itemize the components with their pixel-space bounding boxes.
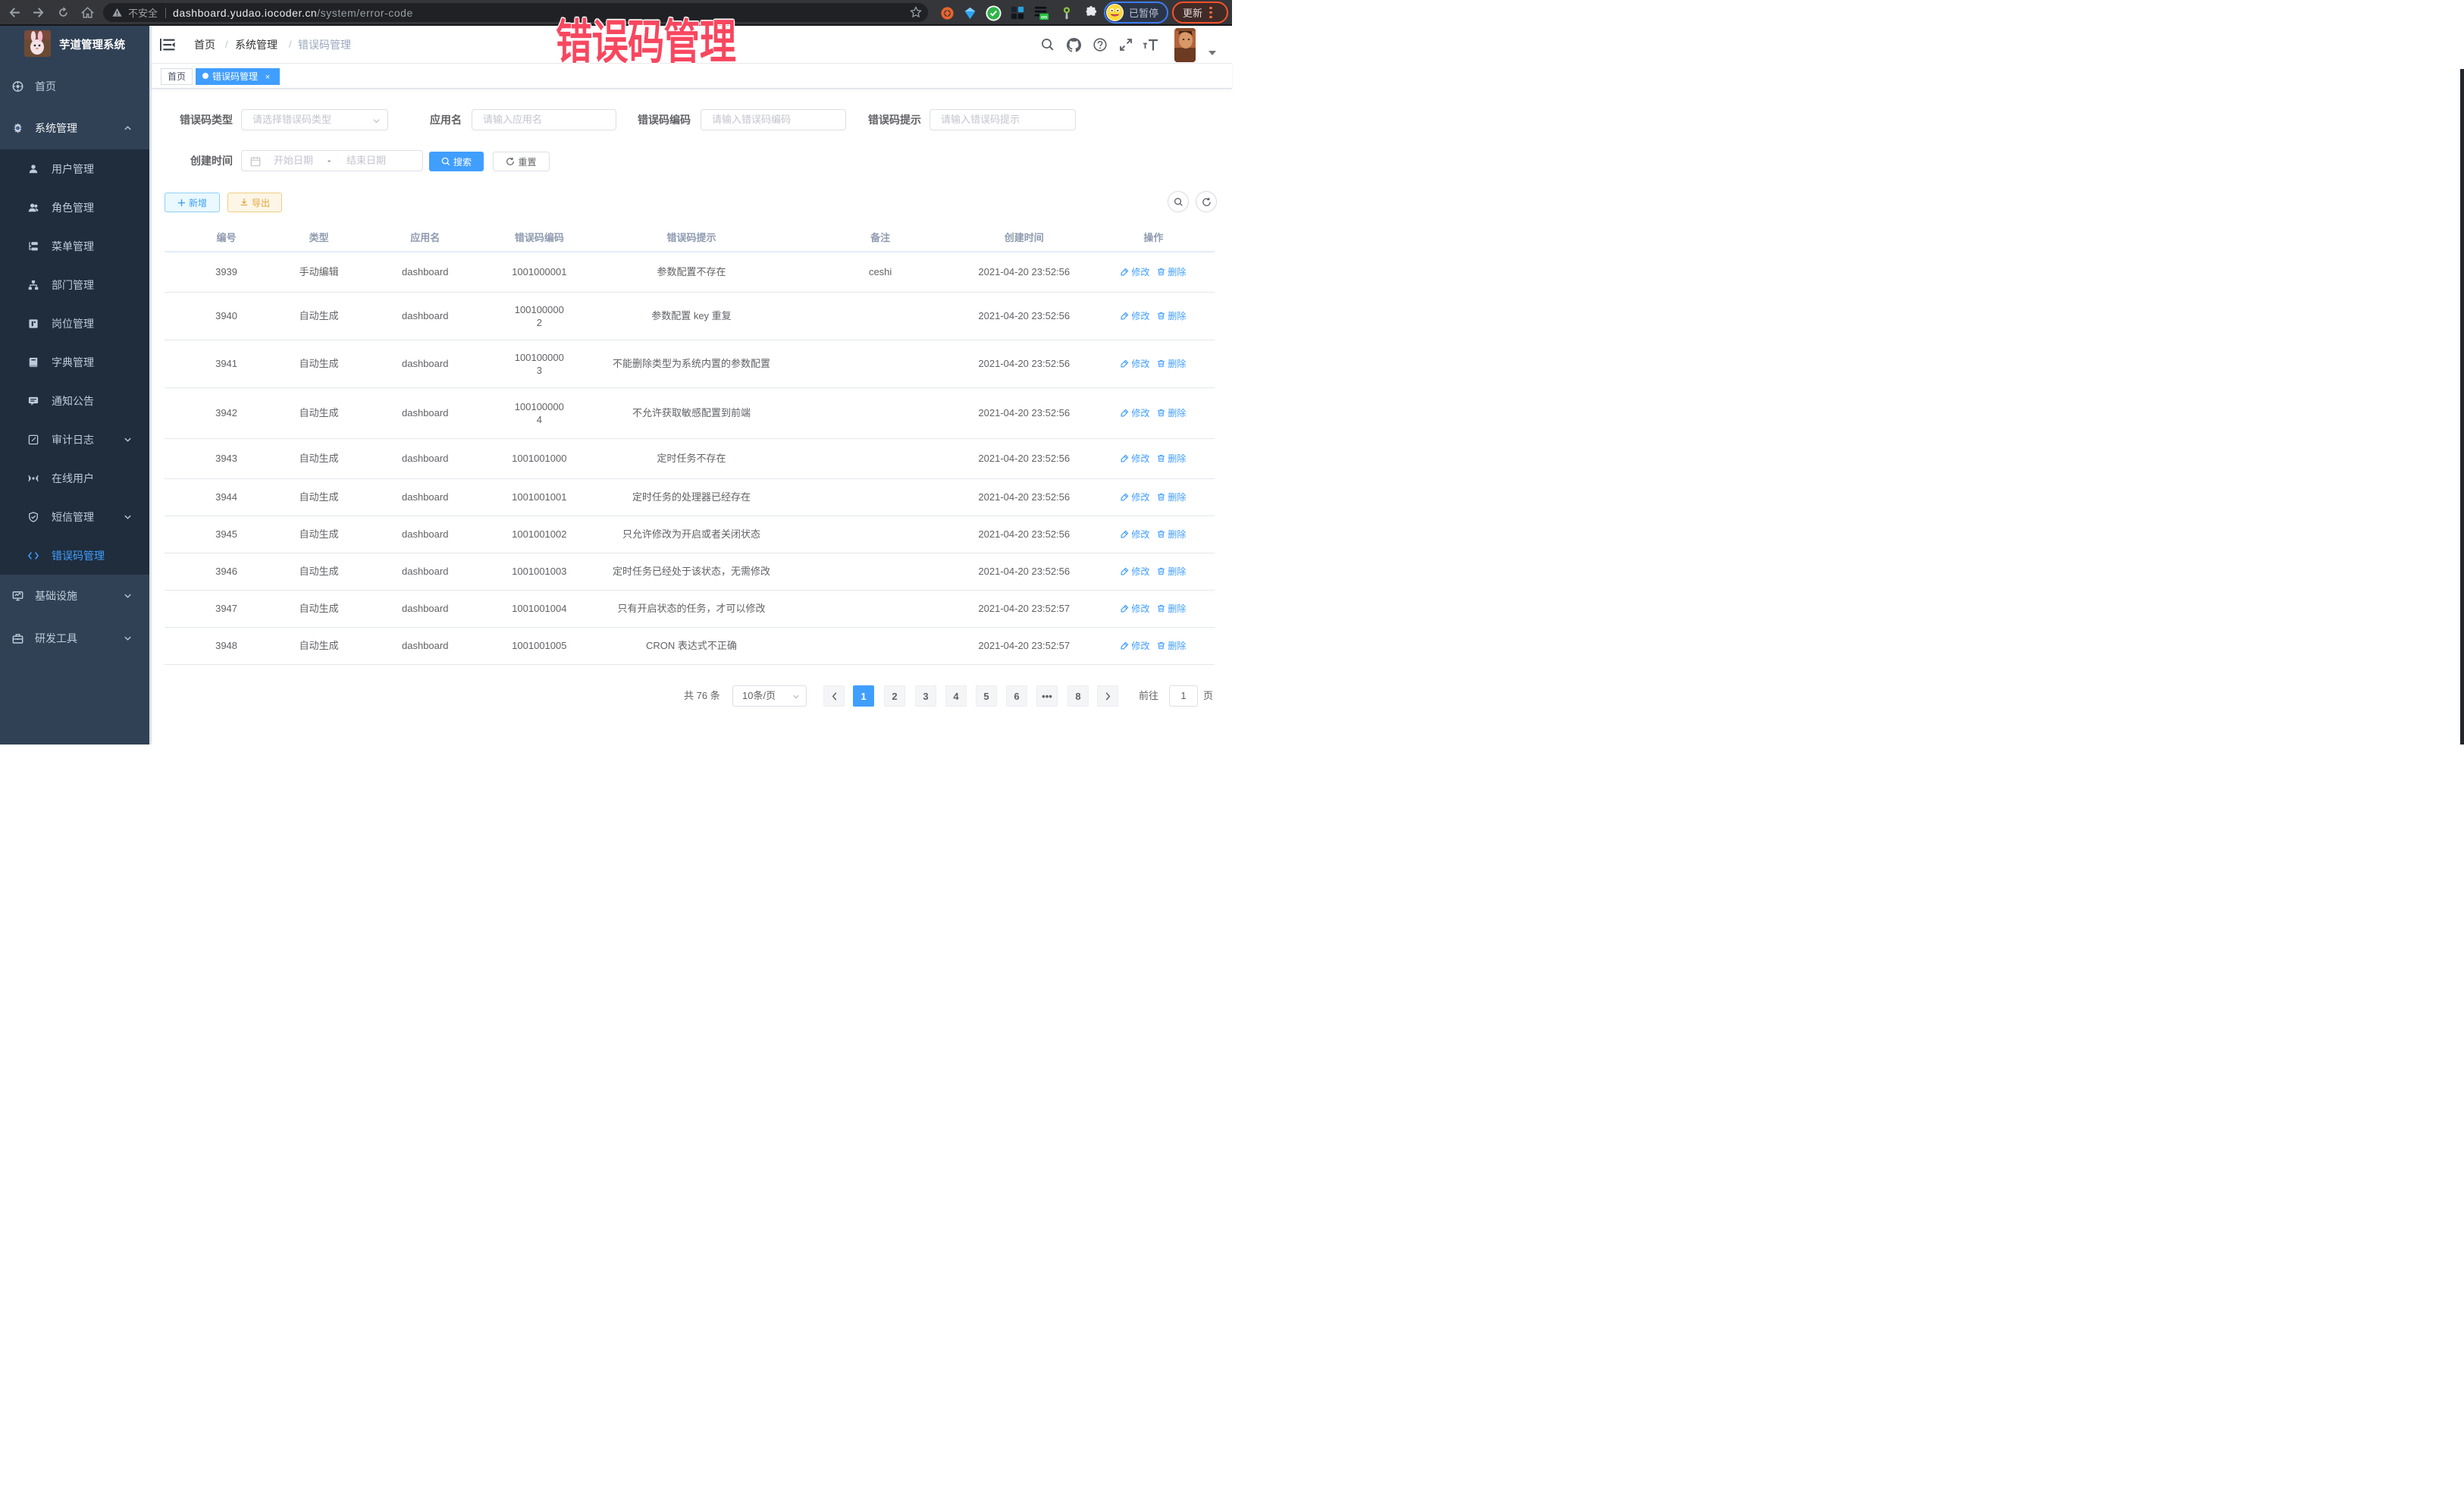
svg-text:on: on: [1041, 14, 1047, 20]
